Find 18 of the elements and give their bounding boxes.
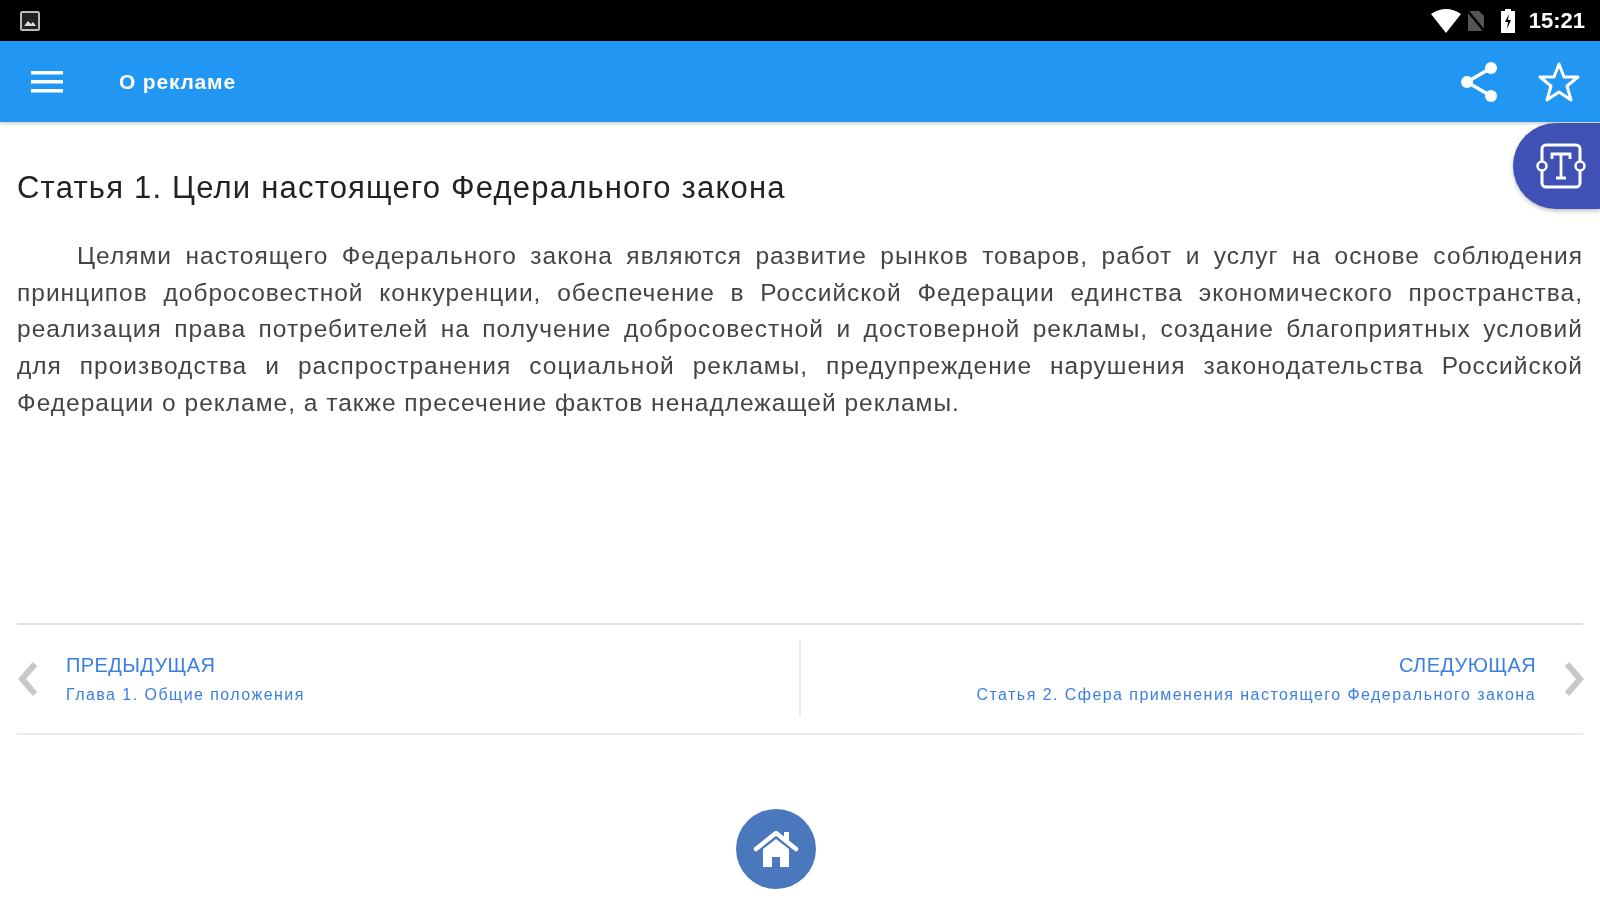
share-icon[interactable] bbox=[1460, 60, 1498, 103]
next-article-link[interactable]: СЛЕДУЮЩАЯ Статья 2. Сфера применения настоящего Федерального закона bbox=[976, 653, 1585, 705]
no-sim-icon bbox=[1465, 8, 1486, 33]
battery-icon bbox=[1500, 8, 1515, 33]
chevron-right-icon bbox=[1563, 661, 1585, 697]
article-paragraph: Целями настоящего Федерального закона являются развитие рынков товаров, работ и услуг на основе соблюдения принципов добросовестной конкуренции, обеспечение в Российской Федерации единства экономического пространства, реализация права потребителей на получение добросовестной и достоверной рекламы, создание благоприятных условий для производства и распространения социальной рекламы, предупреждение нарушения законодательства Российской Федерации о рекламе, а также пресечение фактов ненадлежащей рекламы. bbox=[17, 241, 1583, 418]
previous-article-link[interactable]: ПРЕДЫДУЩАЯ Глава 1. Общие положения bbox=[17, 653, 305, 705]
image-icon bbox=[20, 10, 40, 31]
chevron-left-icon bbox=[17, 661, 39, 697]
star-icon[interactable] bbox=[1538, 61, 1580, 102]
clock-text: 15:21 bbox=[1528, 8, 1585, 33]
menu-icon[interactable] bbox=[31, 70, 63, 93]
home-icon bbox=[753, 829, 799, 869]
article-title: Статья 1. Цели настоящего Федерального закона bbox=[17, 170, 787, 206]
text-size-button[interactable] bbox=[1513, 123, 1600, 209]
text-frame-icon bbox=[1535, 143, 1586, 189]
screen-title: О рекламе bbox=[119, 69, 236, 94]
wifi-icon bbox=[1430, 8, 1461, 33]
